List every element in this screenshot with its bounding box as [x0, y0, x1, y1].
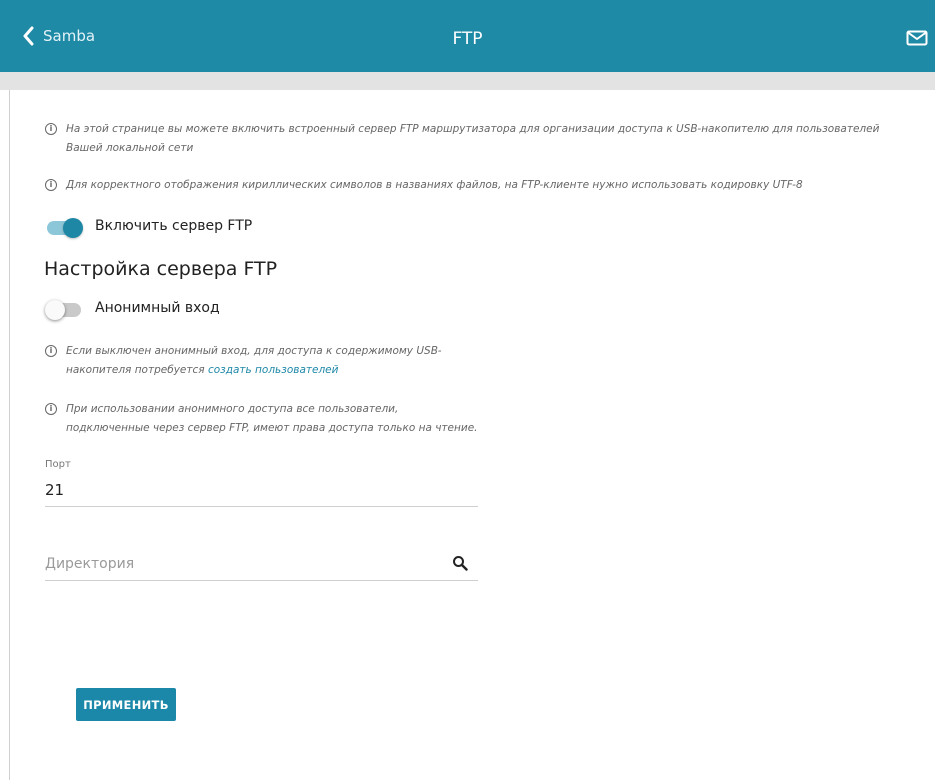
info-icon: i: [45, 403, 57, 415]
search-icon: [453, 556, 468, 571]
info-anon-off: i Если выключен анонимный вход, для дост…: [45, 342, 485, 380]
toggle-knob: [63, 218, 83, 238]
info-anon-on-text: При использовании анонимного доступа все…: [66, 403, 478, 434]
info-icon: i: [45, 179, 57, 191]
port-underline: [45, 506, 478, 507]
info-encoding-text: Для корректного отображения кириллически…: [66, 179, 803, 191]
back-button[interactable]: Samba: [22, 22, 95, 50]
mail-icon: [906, 30, 928, 46]
top-bar: FTP Samba: [0, 0, 935, 72]
directory-underline: [45, 580, 478, 581]
content-divider: [9, 90, 10, 780]
mail-button[interactable]: [906, 30, 928, 51]
enable-ftp-label: Включить сервер FTP: [95, 218, 253, 234]
back-label: Samba: [43, 27, 96, 45]
header-shadow: [0, 72, 935, 90]
info-intro-text: На этой странице вы можете включить встр…: [66, 123, 880, 154]
directory-input[interactable]: [45, 552, 435, 576]
info-icon: i: [45, 345, 57, 357]
info-encoding: i Для корректного отображения кирилличес…: [45, 176, 905, 195]
directory-search-button[interactable]: [452, 555, 468, 576]
section-title: Настройка сервера FTP: [44, 258, 278, 280]
apply-button[interactable]: ПРИМЕНИТЬ: [76, 688, 176, 721]
port-input[interactable]: [45, 478, 475, 502]
port-label: Порт: [45, 459, 71, 470]
anonymous-login-label: Анонимный вход: [95, 300, 220, 316]
info-icon: i: [45, 123, 57, 135]
info-anon-off-text: Если выключен анонимный вход, для доступ…: [66, 342, 485, 380]
info-anon-on: i При использовании анонимного доступа в…: [45, 400, 485, 438]
page-title: FTP: [452, 29, 483, 49]
chevron-left-icon: [23, 26, 34, 46]
create-users-link[interactable]: создать пользователей: [208, 364, 339, 376]
info-intro: i На этой странице вы можете включить вс…: [45, 120, 905, 158]
anonymous-login-toggle[interactable]: [45, 300, 81, 320]
enable-ftp-toggle[interactable]: [47, 218, 83, 238]
toggle-knob: [45, 300, 65, 320]
